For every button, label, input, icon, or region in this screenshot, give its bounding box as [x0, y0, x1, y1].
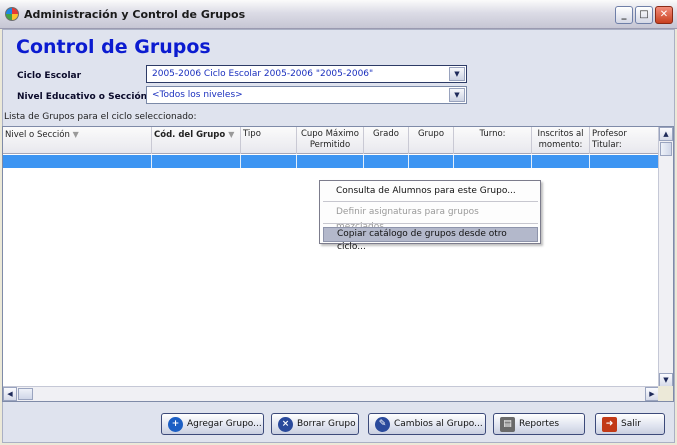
horizontal-scrollbar[interactable]: ◀ ▶ — [3, 386, 659, 401]
table-cell — [152, 155, 241, 168]
menu-separator — [323, 223, 538, 224]
nivel-educativo-select[interactable]: <Todos los niveles> ▼ — [146, 86, 467, 104]
column-header-cupo[interactable]: Cupo Máximo Permitido — [297, 127, 364, 154]
column-header-nivel[interactable]: Nivel o Sección ▼ — [3, 127, 152, 154]
table-row[interactable] — [3, 155, 659, 168]
scroll-up-icon[interactable]: ▲ — [659, 127, 673, 141]
app-icon — [5, 7, 19, 21]
chevron-down-icon[interactable]: ▼ — [449, 88, 465, 102]
column-header-inscritos[interactable]: Inscritos al momento: — [532, 127, 590, 154]
nivel-educativo-label: Nivel Educativo o Sección — [17, 92, 148, 102]
groups-grid[interactable]: Nivel o Sección ▼ Cód. del Grupo ▼ Tipo … — [2, 126, 674, 402]
page-title: Control de Grupos — [16, 36, 211, 58]
scroll-right-icon[interactable]: ▶ — [645, 387, 659, 401]
column-header-turno[interactable]: Turno: — [454, 127, 532, 154]
borrar-grupo-label: Borrar Grupo — [297, 419, 356, 429]
cambios-grupo-label: Cambios al Grupo... — [394, 419, 483, 429]
table-cell — [409, 155, 454, 168]
sort-icon: ▼ — [72, 130, 79, 139]
salir-label: Salir — [621, 419, 641, 429]
scroll-left-icon[interactable]: ◀ — [3, 387, 17, 401]
table-cell — [364, 155, 409, 168]
grid-caption: Lista de Grupos para el ciclo selecciona… — [4, 112, 197, 122]
menu-item-definir-asignaturas[interactable]: Definir asignaturas para grupos mezclado… — [323, 205, 538, 232]
column-header-codigo[interactable]: Cód. del Grupo ▼ — [152, 127, 241, 154]
exit-icon: ➜ — [602, 416, 617, 432]
horizontal-scroll-thumb[interactable] — [18, 388, 33, 400]
reportes-label: Reportes — [519, 419, 560, 429]
nivel-educativo-value: <Todos los niveles> — [152, 90, 243, 100]
table-cell — [3, 155, 152, 168]
column-header-profesor[interactable]: Profesor Titular: — [590, 127, 659, 154]
vertical-scroll-thumb[interactable] — [660, 142, 672, 156]
borrar-grupo-button[interactable]: × Borrar Grupo — [271, 413, 359, 435]
ciclo-escolar-select[interactable]: 2005-2006 Ciclo Escolar 2005-2006 "2005-… — [146, 65, 467, 83]
column-header-grupo[interactable]: Grupo — [409, 127, 454, 154]
menu-item-copiar-catalogo[interactable]: Copiar catálogo de grupos desde otro cic… — [323, 227, 538, 252]
printer-icon: ▤ — [500, 416, 515, 432]
chevron-down-icon[interactable]: ▼ — [449, 67, 465, 81]
delete-icon: × — [278, 416, 293, 432]
grid-header: Nivel o Sección ▼ Cód. del Grupo ▼ Tipo … — [3, 127, 659, 154]
agregar-grupo-button[interactable]: + Agregar Grupo... — [161, 413, 264, 435]
table-cell — [297, 155, 364, 168]
ciclo-escolar-label: Ciclo Escolar — [17, 71, 82, 81]
salir-button[interactable]: ➜ Salir — [595, 413, 665, 435]
table-cell — [532, 155, 590, 168]
table-cell — [454, 155, 532, 168]
add-icon: + — [168, 416, 183, 432]
close-button[interactable]: ✕ — [655, 6, 673, 24]
scroll-down-icon[interactable]: ▼ — [659, 373, 673, 387]
menu-item-consulta-alumnos[interactable]: Consulta de Alumnos para este Grupo... — [323, 184, 538, 199]
minimize-button[interactable]: _ — [615, 6, 633, 24]
title-bar: Administración y Control de Grupos _ □ ✕ — [0, 0, 677, 29]
sort-icon: ▼ — [228, 130, 235, 139]
agregar-grupo-label: Agregar Grupo... — [187, 419, 262, 429]
context-menu: Consulta de Alumnos para este Grupo... D… — [319, 180, 541, 252]
reportes-button[interactable]: ▤ Reportes — [493, 413, 585, 435]
ciclo-escolar-value: 2005-2006 Ciclo Escolar 2005-2006 "2005-… — [152, 69, 374, 79]
column-header-grado[interactable]: Grado — [364, 127, 409, 154]
edit-icon: ✎ — [375, 416, 390, 432]
vertical-scrollbar[interactable]: ▲ ▼ — [658, 127, 673, 387]
maximize-button[interactable]: □ — [635, 6, 653, 24]
menu-separator — [323, 201, 538, 202]
column-header-tipo[interactable]: Tipo — [241, 127, 297, 154]
cambios-grupo-button[interactable]: ✎ Cambios al Grupo... — [368, 413, 486, 435]
window-title: Administración y Control de Grupos — [24, 8, 246, 21]
table-cell — [241, 155, 297, 168]
scrollbar-corner — [658, 386, 673, 401]
